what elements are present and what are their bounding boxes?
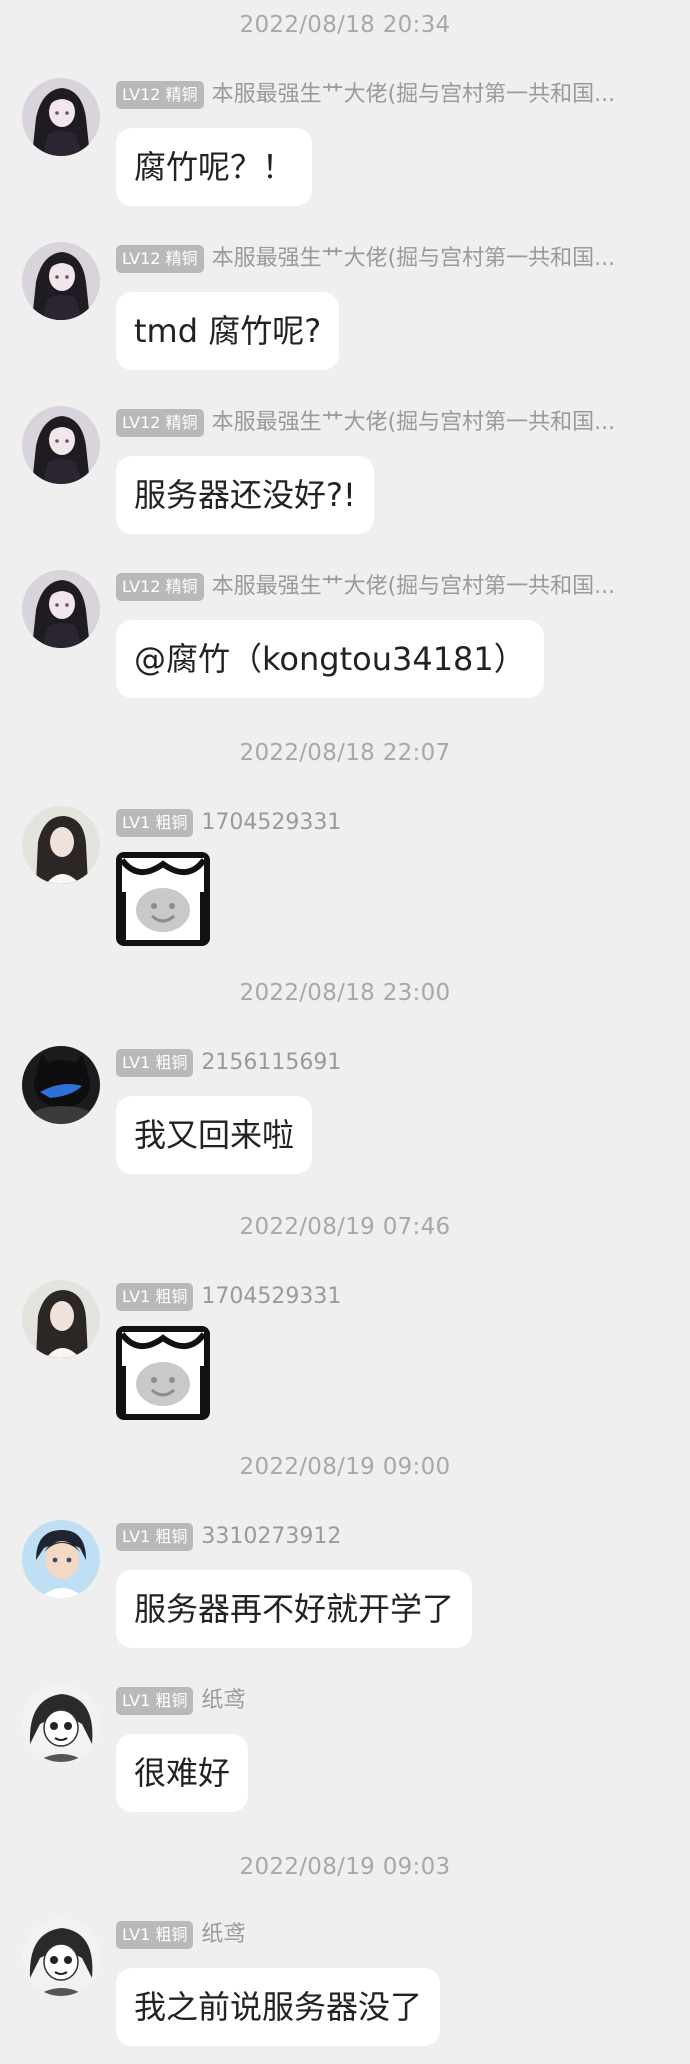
sender-meta: LV1 粗铜 纸鸢 <box>116 1686 245 1716</box>
sender-meta: LV1 粗铜 2156115691 <box>116 1048 341 1078</box>
level-badge: LV1 粗铜 <box>116 1687 194 1715</box>
moon-face-sticker[interactable] <box>116 852 210 946</box>
timestamp-divider: 2022/08/19 09:00 <box>239 1454 451 1480</box>
sender-meta: LV12 精铜 本服最强生艹大佬(掘与宫村第一共和国... <box>116 408 615 438</box>
sender-name[interactable]: 本服最强生艹大佬(掘与宫村第一共和国... <box>212 244 616 274</box>
sender-meta: LV1 粗铜 3310273912 <box>116 1522 341 1552</box>
sender-name[interactable]: 本服最强生艹大佬(掘与宫村第一共和国... <box>212 572 616 602</box>
sender-meta: LV1 粗铜 1704529331 <box>116 808 341 838</box>
sender-name[interactable]: 本服最强生艹大佬(掘与宫村第一共和国... <box>212 408 616 438</box>
message-bubble[interactable]: 我又回来啦 <box>116 1096 313 1174</box>
level-badge: LV1 粗铜 <box>116 1523 194 1551</box>
timestamp-divider: 2022/08/18 22:07 <box>239 740 451 766</box>
level-badge: LV12 精铜 <box>116 81 204 109</box>
sender-name[interactable]: 2156115691 <box>201 1048 341 1078</box>
anime-girl-dark-hair-avatar[interactable] <box>22 406 100 484</box>
sender-meta: LV12 精铜 本服最强生艹大佬(掘与宫村第一共和国... <box>116 572 615 602</box>
level-badge: LV1 粗铜 <box>116 809 194 837</box>
level-badge: LV1 粗铜 <box>116 1283 194 1311</box>
message-bubble[interactable]: 服务器再不好就开学了 <box>116 1570 473 1648</box>
level-badge: LV1 粗铜 <box>116 1049 194 1077</box>
sender-meta: LV12 精铜 本服最强生艹大佬(掘与宫村第一共和国... <box>116 244 615 274</box>
sender-name[interactable]: 本服最强生艹大佬(掘与宫村第一共和国... <box>212 80 616 110</box>
sender-name[interactable]: 1704529331 <box>201 808 341 838</box>
message-bubble[interactable]: 腐竹呢？！ <box>116 128 313 206</box>
sender-name[interactable]: 1704529331 <box>201 1282 341 1312</box>
level-badge: LV12 精铜 <box>116 409 204 437</box>
manga-girl-bw-avatar[interactable] <box>22 1684 100 1762</box>
anime-girl-dark-hair-avatar[interactable] <box>22 242 100 320</box>
chat-message-list[interactable]: 2022/08/18 20:34 LV12 精铜 本服最强生艹大佬(掘与宫村第一… <box>0 0 690 2064</box>
level-badge: LV1 粗铜 <box>116 1921 194 1949</box>
anime-girl-dark-hair-avatar[interactable] <box>22 570 100 648</box>
sender-meta: LV12 精铜 本服最强生艹大佬(掘与宫村第一共和国... <box>116 80 615 110</box>
level-badge: LV12 精铜 <box>116 245 204 273</box>
timestamp-divider: 2022/08/18 20:34 <box>239 12 451 38</box>
message-bubble[interactable]: 服务器还没好?! <box>116 456 374 534</box>
girl-photo-avatar[interactable] <box>22 1280 100 1358</box>
timestamp-divider: 2022/08/19 07:46 <box>239 1214 451 1240</box>
sender-name[interactable]: 3310273912 <box>201 1522 341 1552</box>
level-badge: LV12 精铜 <box>116 573 204 601</box>
manga-girl-bw-avatar[interactable] <box>22 1918 100 1996</box>
anime-boy-avatar[interactable] <box>22 1520 100 1598</box>
black-cat-avatar[interactable] <box>22 1046 100 1124</box>
sender-name[interactable]: 纸鸢 <box>201 1920 245 1950</box>
anime-girl-dark-hair-avatar[interactable] <box>22 78 100 156</box>
girl-photo-avatar[interactable] <box>22 806 100 884</box>
sender-meta: LV1 粗铜 1704529331 <box>116 1282 341 1312</box>
timestamp-divider: 2022/08/19 09:03 <box>239 1854 451 1880</box>
message-bubble[interactable]: 我之前说服务器没了 <box>116 1968 441 2046</box>
message-bubble[interactable]: 很难好 <box>116 1734 249 1812</box>
sender-name[interactable]: 纸鸢 <box>201 1686 245 1716</box>
sender-meta: LV1 粗铜 纸鸢 <box>116 1920 245 1950</box>
message-bubble[interactable]: @腐竹（kongtou34181） <box>116 620 544 698</box>
message-bubble[interactable]: tmd 腐竹呢? <box>116 292 340 370</box>
timestamp-divider: 2022/08/18 23:00 <box>239 980 451 1006</box>
moon-face-sticker[interactable] <box>116 1326 210 1420</box>
